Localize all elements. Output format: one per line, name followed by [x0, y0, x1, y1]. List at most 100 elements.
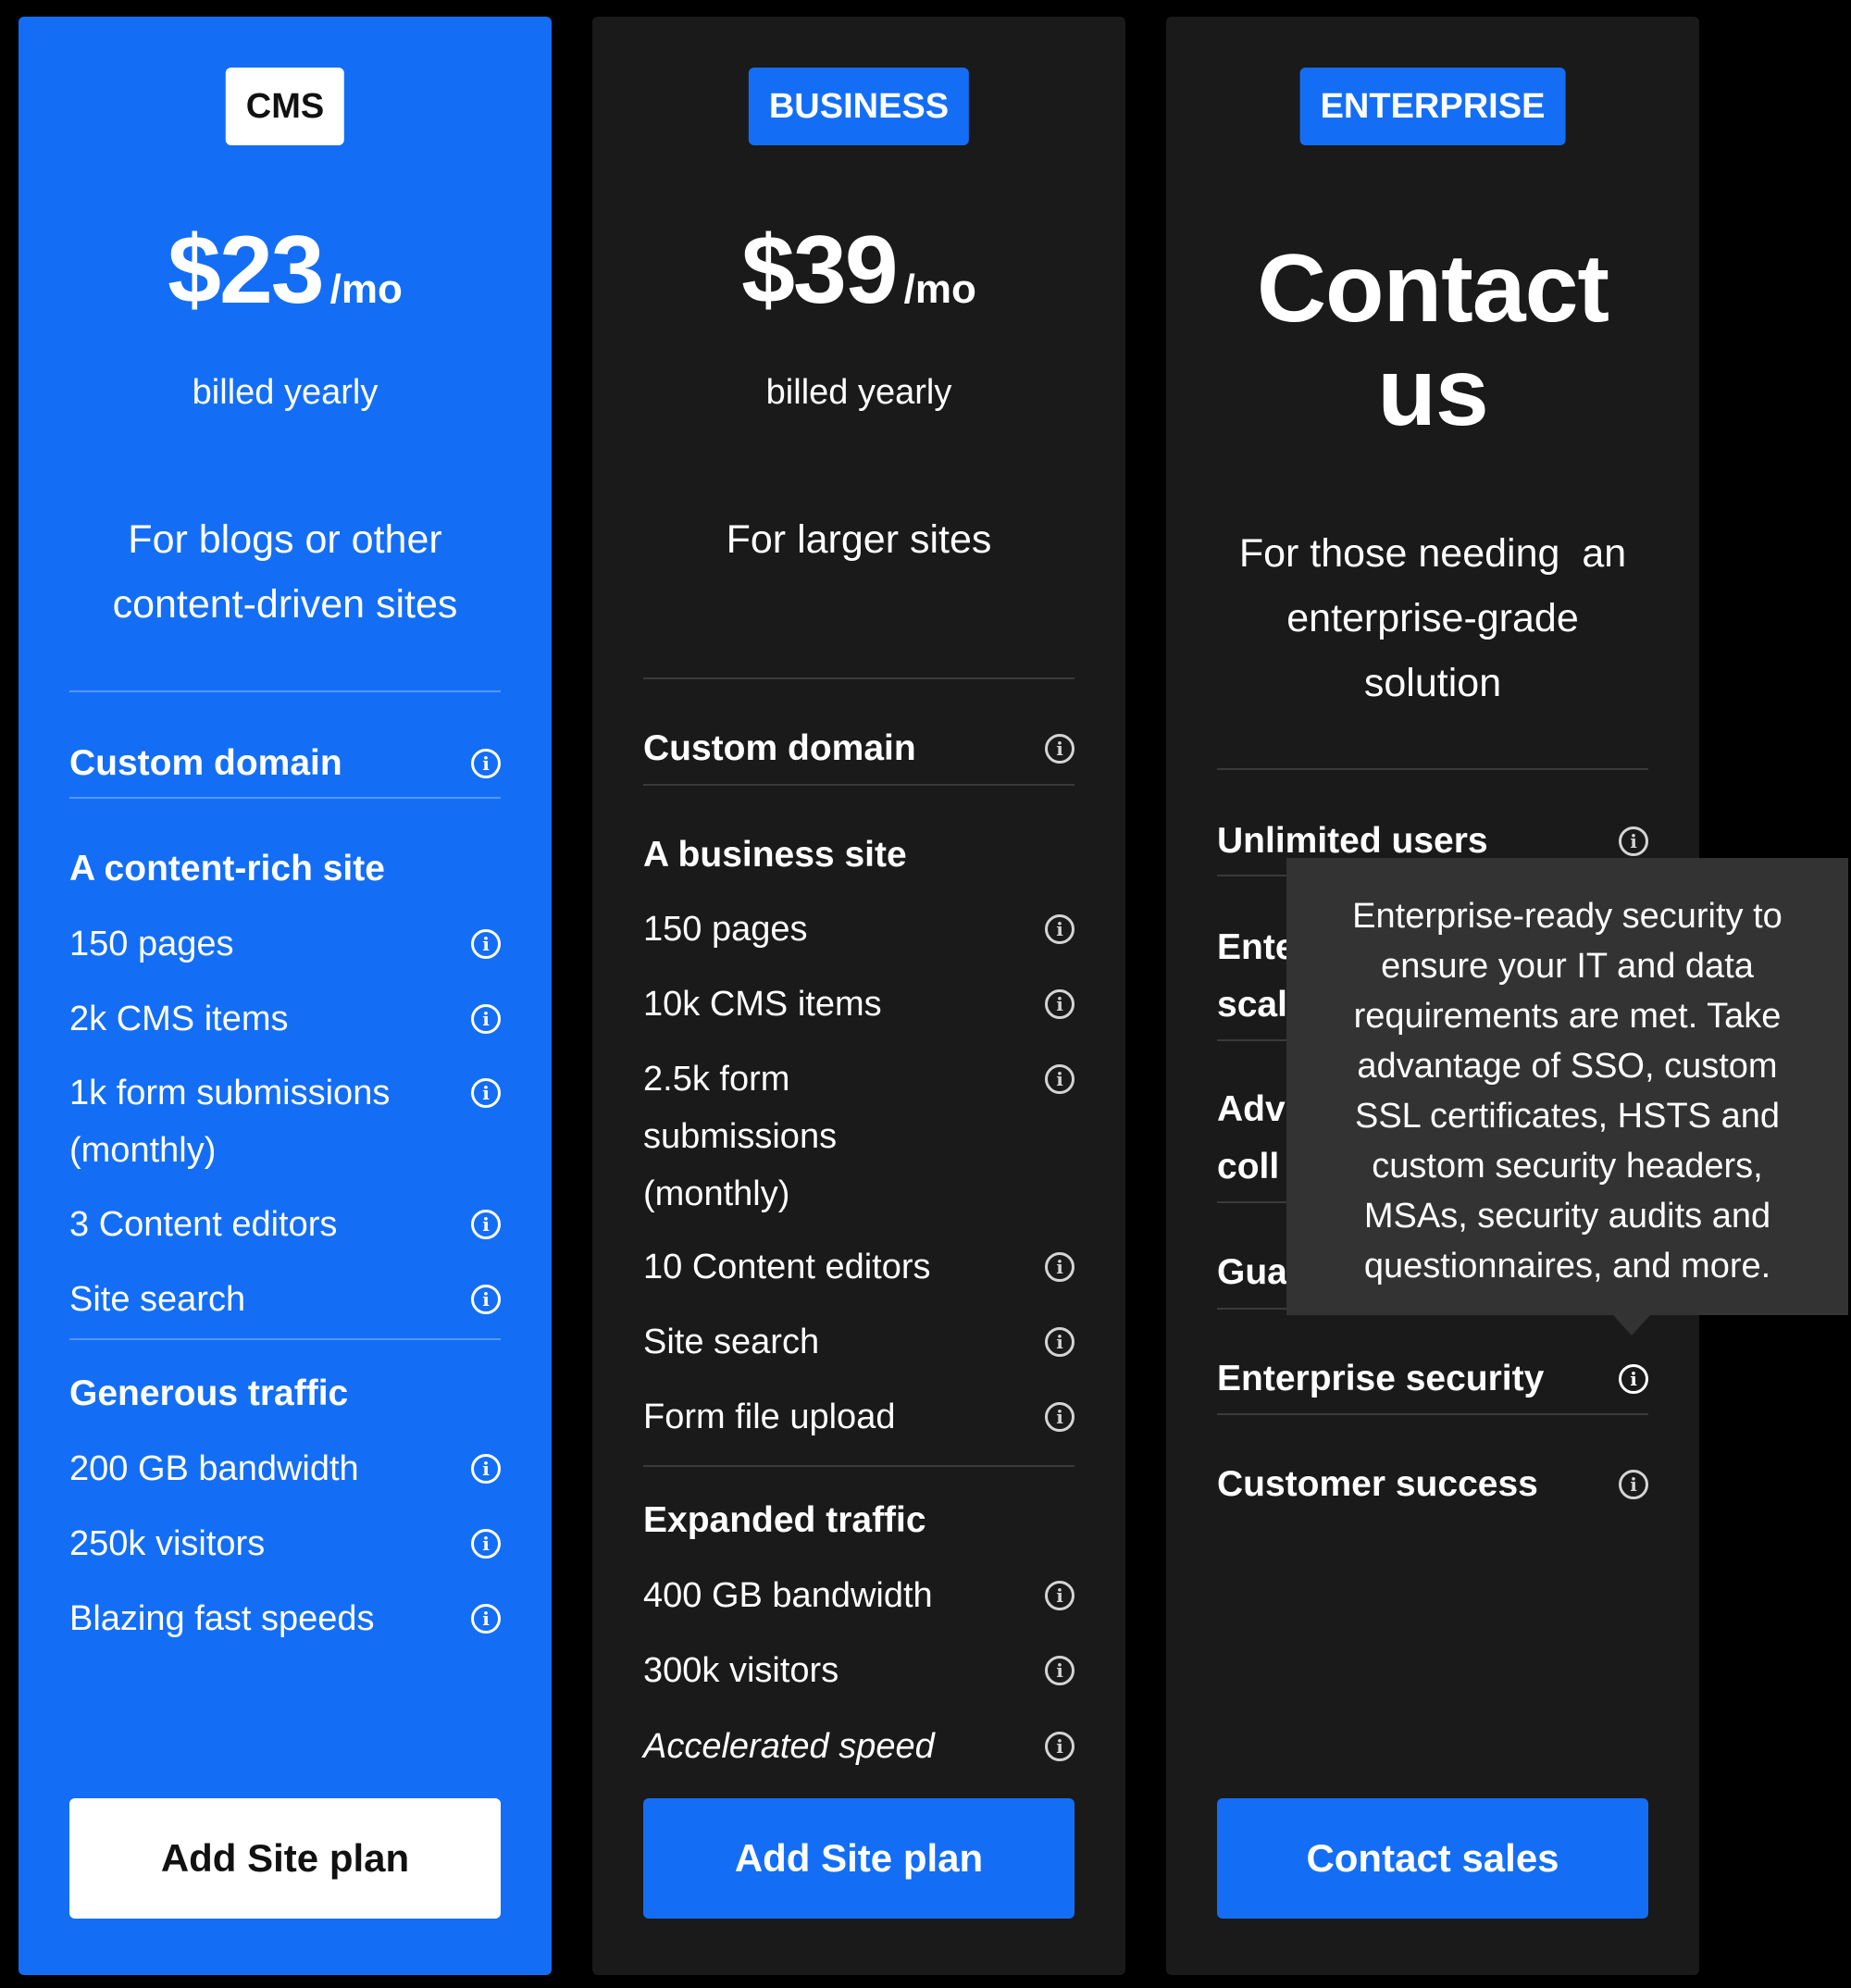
divider	[1217, 1413, 1648, 1415]
tooltip-line: SSL certificates, HSTS and	[1354, 1097, 1780, 1136]
tagline-line: content-driven sites	[112, 582, 458, 627]
tagline-line: For those needing an	[1238, 531, 1627, 576]
info-icon[interactable]: i	[471, 1078, 501, 1108]
feature-label: Blazing fast speeds	[69, 1599, 375, 1638]
add-site-plan-button[interactable]: Add Site plan	[643, 1798, 1075, 1919]
section-label: A content-rich site	[69, 849, 385, 888]
cms-plan-card: CMS $23/mo billed yearly For blogs or ot…	[19, 17, 552, 1975]
info-icon[interactable]: i	[1045, 1656, 1075, 1685]
tooltip-line: questionnaires, and more.	[1363, 1247, 1771, 1286]
plan-badge-cms: CMS	[225, 68, 345, 145]
tooltip-line: MSAs, security audits and	[1363, 1197, 1771, 1236]
info-icon[interactable]: i	[1045, 1327, 1075, 1357]
feature-row: 400 GB bandwidth i	[643, 1567, 1075, 1624]
info-icon[interactable]: i	[1045, 1064, 1075, 1094]
divider	[643, 784, 1075, 786]
feature-label-line: submissions	[643, 1117, 838, 1156]
tagline-line: For blogs or other	[128, 517, 442, 562]
feature-label: Form file upload	[643, 1398, 896, 1436]
feature-label-line: coll	[1217, 1147, 1280, 1187]
feature-label: Accelerated speed	[643, 1727, 935, 1766]
contact-title-line: Contact	[1256, 235, 1609, 342]
feature-row: 150 pages i	[643, 901, 1075, 958]
feature-row: Form file upload i	[643, 1388, 1075, 1446]
feature-label: 150 pages	[643, 910, 808, 949]
info-icon[interactable]: i	[471, 749, 501, 778]
feature-row: 300k visitors i	[643, 1642, 1075, 1699]
enterprise-security-tooltip: Enterprise-ready security to ensure your…	[1286, 858, 1848, 1315]
tooltip-line: custom security headers,	[1372, 1147, 1763, 1186]
info-icon[interactable]: i	[1045, 989, 1075, 1019]
feature-row: 1k form submissions (monthly) i	[69, 1064, 501, 1179]
feature-label: 2k CMS items	[69, 1000, 289, 1038]
feature-section-heading: Generous traffic	[69, 1365, 501, 1423]
info-icon[interactable]: i	[1045, 734, 1075, 764]
info-icon[interactable]: i	[471, 1454, 501, 1484]
feature-label-line: (monthly)	[69, 1131, 217, 1170]
feature-label: Customer success	[1217, 1464, 1538, 1504]
info-icon[interactable]: i	[471, 1529, 501, 1559]
feature-row-custom-domain: Custom domain i	[69, 735, 501, 792]
feature-label: Site search	[643, 1323, 820, 1361]
feature-label: Custom domain	[69, 743, 342, 783]
info-icon[interactable]: i	[471, 1604, 501, 1634]
feature-label: Site search	[69, 1280, 246, 1319]
feature-label-line: Ente	[1217, 927, 1296, 967]
feature-row: Blazing fast speeds i	[69, 1590, 501, 1647]
feature-label: 250k visitors	[69, 1524, 266, 1563]
tooltip-arrow	[1613, 1315, 1650, 1336]
section-label: A business site	[643, 835, 907, 875]
feature-label: 3 Content editors	[69, 1205, 338, 1244]
billing-period: billed yearly	[192, 373, 379, 412]
feature-row: Site search i	[643, 1313, 1075, 1371]
feature-label: 300k visitors	[643, 1651, 839, 1690]
info-icon[interactable]: i	[471, 1285, 501, 1314]
feature-label: Adv coll	[1217, 1081, 1286, 1196]
info-icon[interactable]: i	[1619, 1364, 1648, 1394]
tooltip-line: ensure your IT and data	[1381, 947, 1754, 986]
feature-label: 150 pages	[69, 925, 234, 963]
info-icon[interactable]: i	[1045, 1581, 1075, 1610]
feature-label-line: 1k form submissions	[69, 1074, 391, 1112]
info-icon[interactable]: i	[471, 1004, 501, 1034]
divider	[69, 1338, 501, 1340]
feature-row: 150 pages i	[69, 915, 501, 973]
plan-price: $23/mo	[19, 222, 552, 318]
price-amount: $39	[741, 217, 899, 324]
feature-label: 10k CMS items	[643, 985, 882, 1024]
info-icon[interactable]: i	[471, 929, 501, 959]
feature-row: Accelerated speed i	[643, 1718, 1075, 1775]
add-site-plan-button[interactable]: Add Site plan	[69, 1798, 501, 1919]
feature-row: Customer success i	[1217, 1456, 1648, 1513]
billing-period: billed yearly	[765, 373, 952, 412]
feature-label: Enterprise security	[1217, 1359, 1545, 1398]
info-icon[interactable]: i	[1045, 1732, 1075, 1761]
feature-label-line: scal	[1217, 985, 1287, 1025]
tagline-line: enterprise-grade	[1286, 596, 1579, 640]
feature-row: 2k CMS items i	[69, 990, 501, 1048]
feature-row: Site search i	[69, 1271, 501, 1328]
feature-label: Ente scal	[1217, 919, 1296, 1034]
contact-title-line: us	[1377, 339, 1488, 446]
info-icon[interactable]: i	[1045, 914, 1075, 944]
info-icon[interactable]: i	[1045, 1252, 1075, 1282]
contact-sales-button[interactable]: Contact sales	[1217, 1798, 1648, 1919]
divider	[69, 690, 501, 692]
feature-row: 3 Content editors i	[69, 1196, 501, 1253]
section-label: Generous traffic	[69, 1373, 349, 1413]
info-icon[interactable]: i	[1045, 1402, 1075, 1432]
feature-row: 200 GB bandwidth i	[69, 1440, 501, 1497]
plan-badge-business: BUSINESS	[748, 68, 970, 145]
feature-label: Custom domain	[643, 728, 916, 768]
info-icon[interactable]: i	[1619, 1470, 1648, 1499]
feature-label: 1k form submissions (monthly)	[69, 1064, 390, 1179]
feature-row: 2.5k form submissions (monthly) i	[643, 1050, 1075, 1223]
feature-row: 10 Content editors i	[643, 1238, 1075, 1296]
plan-tagline: For blogs or other content-driven sites	[46, 507, 524, 637]
divider	[1217, 768, 1648, 770]
tooltip-line: Enterprise-ready security to	[1352, 897, 1783, 936]
price-period: /mo	[903, 267, 976, 312]
divider	[643, 677, 1075, 679]
info-icon[interactable]: i	[471, 1210, 501, 1239]
info-icon[interactable]: i	[1619, 826, 1648, 856]
